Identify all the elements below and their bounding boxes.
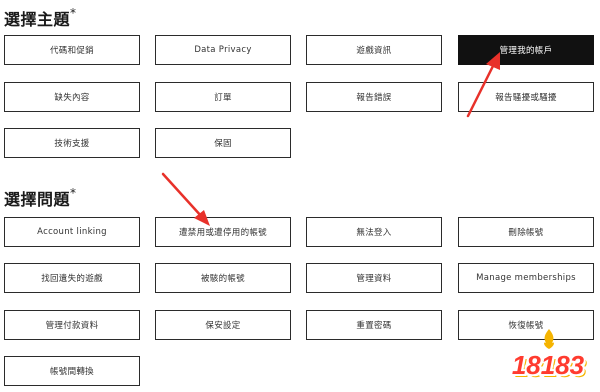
topic-heading-text: 選擇主題 xyxy=(4,10,71,29)
topic-option-missing-content[interactable]: 缺失內容 xyxy=(4,82,140,112)
watermark-logo: 18183 xyxy=(498,328,598,390)
watermark-text: 18183 xyxy=(511,350,585,380)
arrow-to-banned-account xyxy=(161,172,204,219)
issue-heading-text: 選擇問題 xyxy=(4,190,71,209)
required-mark: * xyxy=(70,186,77,200)
issue-option-cannot-login[interactable]: 無法登入 xyxy=(306,217,442,247)
topic-option-tech-support[interactable]: 技術支援 xyxy=(4,128,140,158)
issue-option-manage-data[interactable]: 管理資料 xyxy=(306,263,442,293)
issue-option-security-settings[interactable]: 保安設定 xyxy=(155,310,291,340)
topic-option-orders[interactable]: 訂單 xyxy=(155,82,291,112)
issue-option-banned-account[interactable]: 遭禁用或遭停用的帳號 xyxy=(155,217,291,247)
issue-heading: 選擇問題* xyxy=(4,186,77,210)
issue-option-delete-account[interactable]: 刪除帳號 xyxy=(458,217,594,247)
topic-option-game-info[interactable]: 遊戲資訊 xyxy=(306,35,442,65)
issue-option-account-linking[interactable]: Account linking xyxy=(4,217,140,247)
flame-icon xyxy=(544,329,554,349)
issue-option-recover-games[interactable]: 找回遺失的遊戲 xyxy=(4,263,140,293)
topic-option-codes-promotions[interactable]: 代碼和促銷 xyxy=(4,35,140,65)
issue-option-hacked-account[interactable]: 被駭的帳號 xyxy=(155,263,291,293)
required-mark: * xyxy=(70,6,77,20)
issue-option-manage-payment[interactable]: 管理付款資料 xyxy=(4,310,140,340)
issue-option-reset-password[interactable]: 重置密碼 xyxy=(306,310,442,340)
issue-option-manage-memberships[interactable]: Manage memberships xyxy=(458,263,594,293)
issue-option-switch-accounts[interactable]: 帳號間轉換 xyxy=(4,356,140,386)
topic-option-manage-account[interactable]: 管理我的帳戶 xyxy=(458,35,594,65)
topic-option-data-privacy[interactable]: Data Privacy xyxy=(155,35,291,65)
topic-heading: 選擇主題* xyxy=(4,6,77,30)
topic-option-report-bug[interactable]: 報告錯誤 xyxy=(306,82,442,112)
topic-option-report-harassment[interactable]: 報告騷擾或騷擾 xyxy=(458,82,594,112)
topic-option-warranty[interactable]: 保固 xyxy=(155,128,291,158)
